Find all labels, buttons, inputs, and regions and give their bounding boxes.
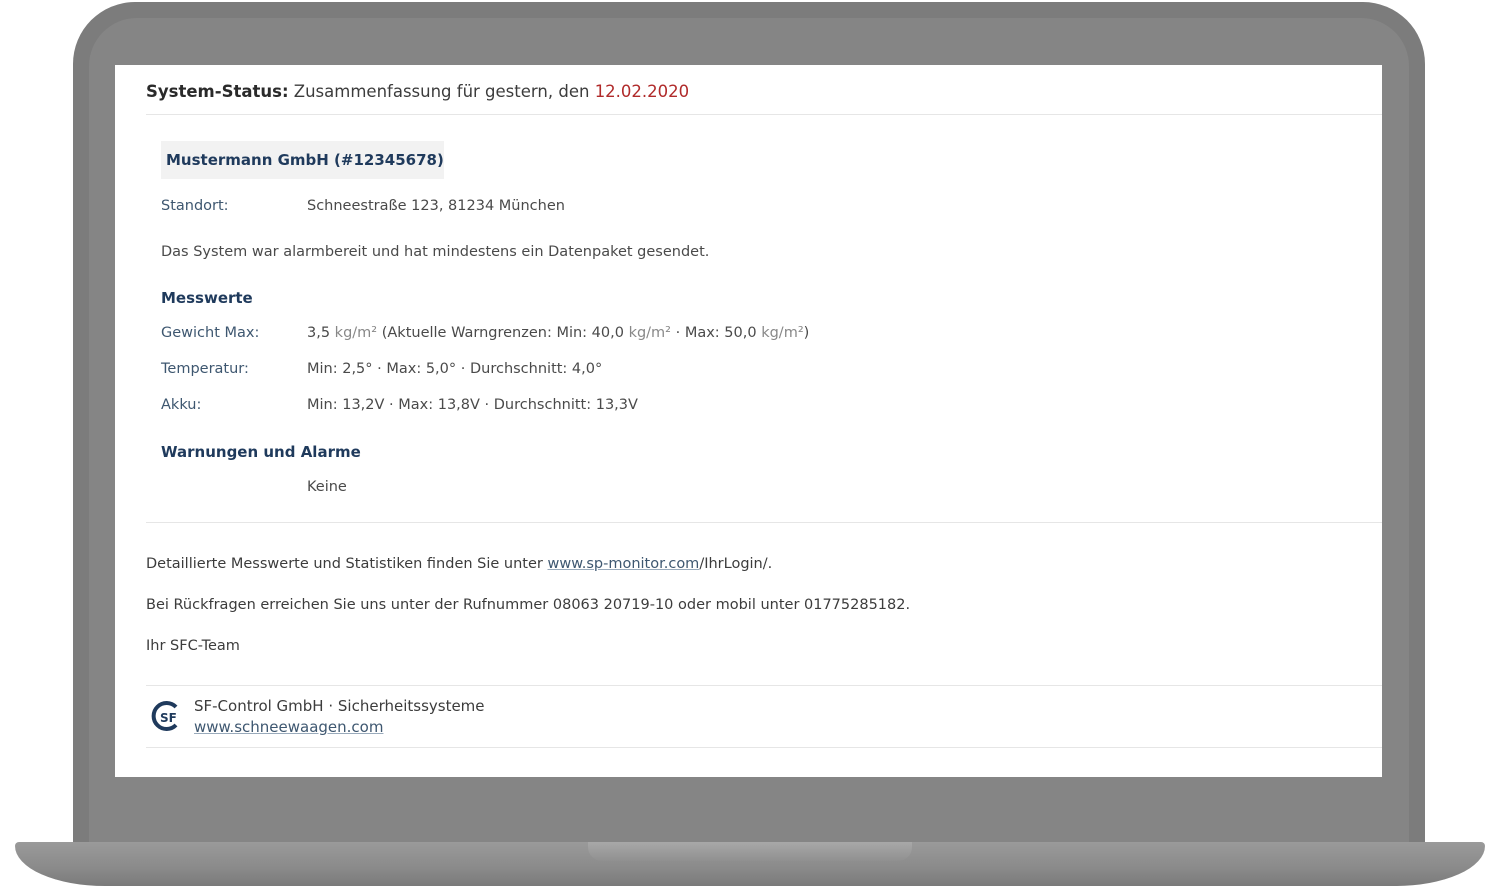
warnings-row: Keine — [161, 479, 347, 495]
weight-row: Gewicht Max: 3,5 kg/m² (Aktuelle Warngren… — [161, 325, 809, 341]
status-title: System-Status: Zusammenfassung für geste… — [146, 82, 689, 101]
footer-company: SF-Control GmbH · Sicherheitssysteme — [194, 697, 485, 715]
sf-control-logo: SF — [151, 701, 178, 731]
footer-text: SF-Control GmbH · Sicherheitssysteme www… — [194, 696, 485, 738]
system-status-text: Das System war alarmbereit und hat minde… — [161, 244, 710, 260]
weight-limits-suffix: ) — [803, 325, 810, 341]
temperature-label: Temperatur: — [161, 361, 249, 377]
weight-limits-min-unit: kg/m² — [628, 325, 671, 341]
divider-footer-top — [146, 685, 1382, 686]
email-screen: System-Status: Zusammenfassung für geste… — [115, 65, 1382, 777]
weight-limits-mid: · Max: 50,0 — [675, 325, 757, 341]
battery-value: Min: 13,2V · Max: 13,8V · Durchschnitt: … — [307, 397, 638, 413]
monitor-link[interactable]: www.sp-monitor.com — [547, 556, 699, 572]
location-row: Standort: Schneestraße 123, 81234 München — [161, 198, 565, 214]
measurements-heading: Messwerte — [161, 289, 253, 307]
status-label: System-Status: — [146, 82, 289, 101]
warnings-value: Keine — [307, 479, 347, 495]
temperature-row: Temperatur: Min: 2,5° · Max: 5,0° · Durch… — [161, 361, 602, 377]
weight-limits-prefix: (Aktuelle Warngrenzen: Min: 40,0 — [381, 325, 624, 341]
battery-row: Akku: Min: 13,2V · Max: 13,8V · Durchschn… — [161, 397, 638, 413]
status-date: 12.02.2020 — [594, 82, 690, 101]
details-paragraph: Detaillierte Messwerte und Statistiken f… — [146, 556, 772, 572]
details-suffix: /IhrLogin/. — [699, 556, 773, 572]
website-link[interactable]: www.schneewaagen.com — [194, 718, 383, 736]
warnings-heading: Warnungen und Alarme — [161, 443, 361, 461]
divider-middle — [146, 522, 1382, 523]
battery-label: Akku: — [161, 397, 202, 413]
signature: Ihr SFC-Team — [146, 638, 240, 654]
contact-paragraph: Bei Rückfragen erreichen Sie uns unter d… — [146, 597, 911, 613]
weight-value: 3,5 — [307, 325, 331, 341]
divider-top — [146, 114, 1382, 115]
location-label: Standort: — [161, 198, 229, 214]
weight-label: Gewicht Max: — [161, 325, 260, 341]
temperature-value: Min: 2,5° · Max: 5,0° · Durchschnitt: 4,… — [307, 361, 603, 377]
details-prefix: Detaillierte Messwerte und Statistiken f… — [146, 556, 543, 572]
divider-footer-bottom — [146, 747, 1382, 748]
laptop-notch — [588, 842, 912, 861]
logo-text: SF — [160, 711, 177, 725]
company-name: Mustermann GmbH (#12345678) — [161, 141, 444, 179]
status-summary: Zusammenfassung für gestern, den — [293, 82, 590, 101]
location-value: Schneestraße 123, 81234 München — [307, 198, 565, 214]
weight-limits-max-unit: kg/m² — [761, 325, 804, 341]
weight-unit: kg/m² — [334, 325, 378, 341]
